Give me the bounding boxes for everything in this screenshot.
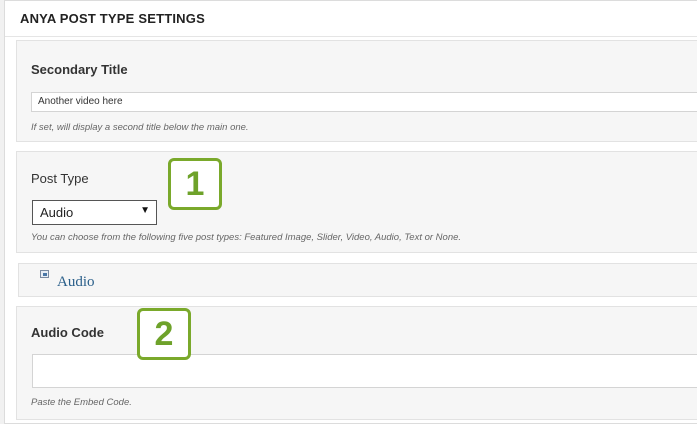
secondary-title-input[interactable]: Another video here: [31, 92, 697, 112]
post-type-select[interactable]: Audio ▼: [32, 200, 157, 225]
dropdown-arrow-icon: ▼: [140, 205, 150, 216]
post-type-hint: You can choose from the following five p…: [31, 232, 462, 243]
audio-code-section: Audio Code Paste the Embed Code.: [16, 306, 697, 420]
secondary-title-label: Secondary Title: [31, 62, 128, 77]
audio-section-header[interactable]: Audio: [18, 263, 697, 297]
secondary-title-section: Secondary Title Another video here If se…: [16, 40, 697, 142]
audio-code-label: Audio Code: [31, 325, 104, 340]
audio-code-input[interactable]: [32, 354, 697, 388]
panel-divider: [5, 36, 697, 37]
post-type-selected-value: Audio: [40, 205, 74, 220]
secondary-title-hint: If set, will display a second title belo…: [31, 122, 249, 133]
annotation-badge-1: 1: [168, 158, 222, 210]
panel-title: ANYA POST TYPE SETTINGS: [20, 11, 205, 26]
image-icon: [40, 270, 49, 278]
post-type-label: Post Type: [31, 171, 89, 186]
audio-code-hint: Paste the Embed Code.: [31, 397, 132, 408]
audio-section-title: Audio: [57, 274, 95, 290]
annotation-badge-2: 2: [137, 308, 191, 360]
post-type-section: Post Type Audio ▼ You can choose from th…: [16, 151, 697, 253]
